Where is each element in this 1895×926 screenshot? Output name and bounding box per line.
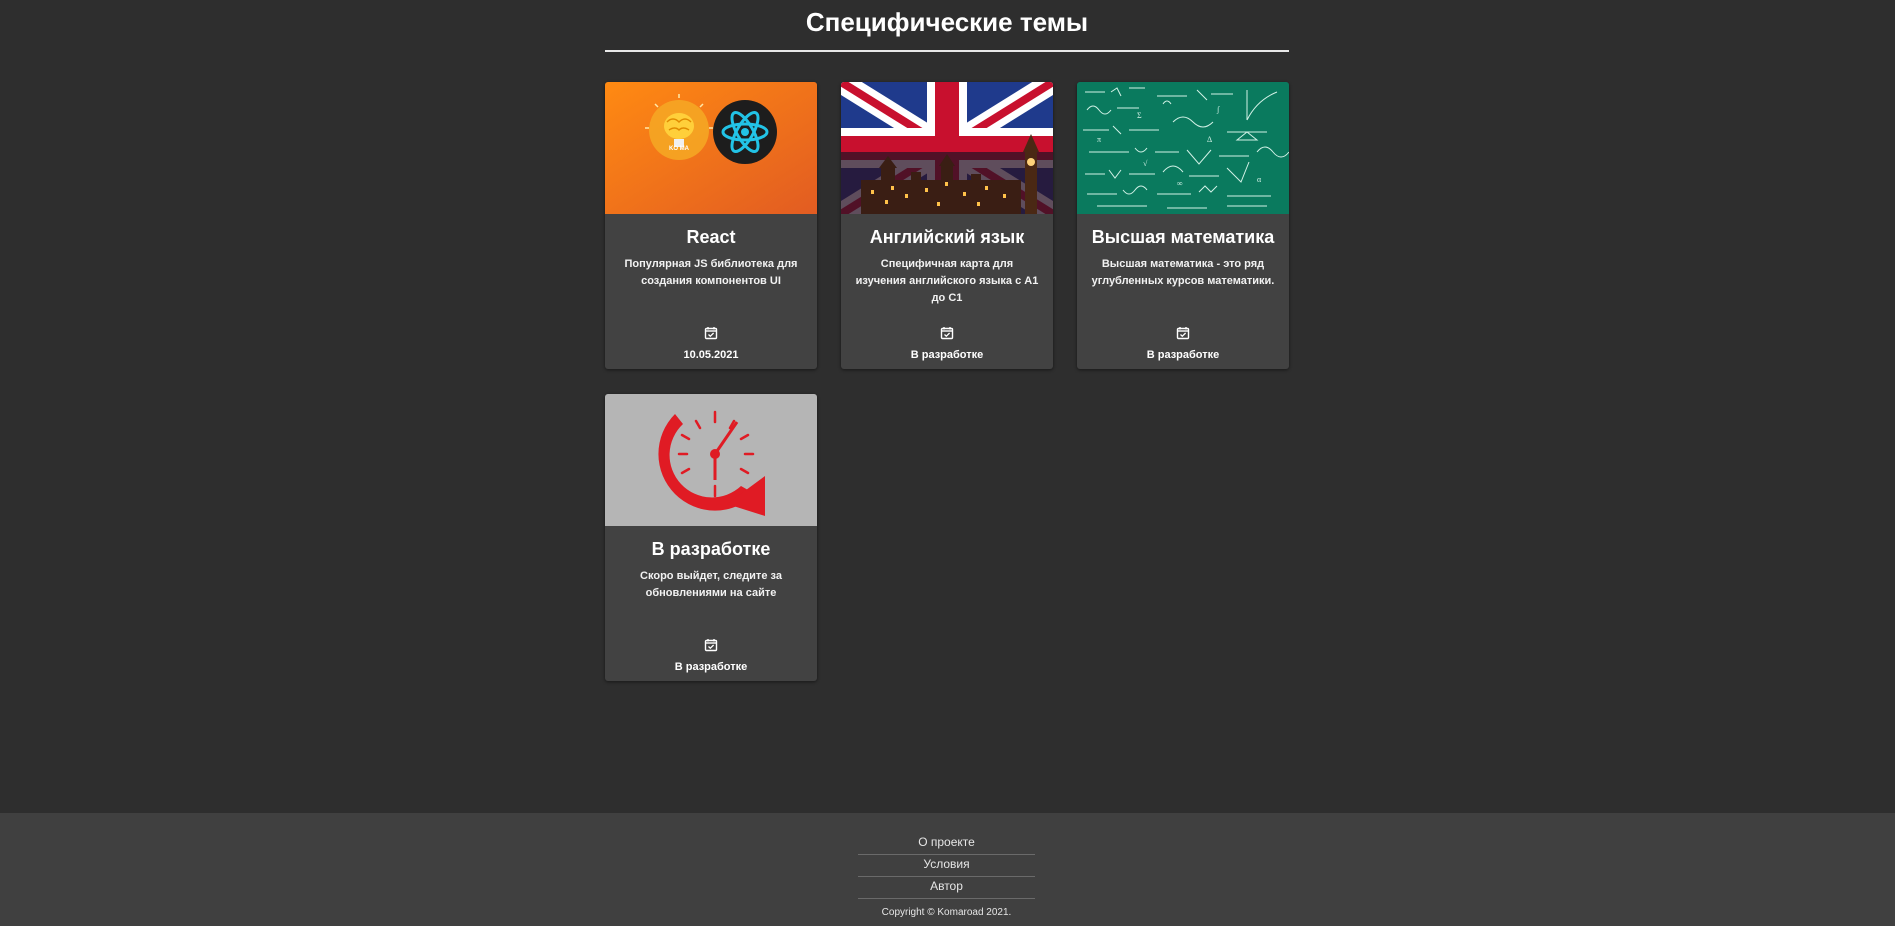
card-description: Скоро выйдет, следите за обновлениями на… (640, 570, 782, 599)
page-title: Специфические темы (805, 7, 1089, 37)
card-title: Высшая математика (1091, 227, 1275, 247)
svg-text:Σ: Σ (1137, 111, 1142, 120)
card-title: В разработке (651, 539, 771, 559)
calendar-check-icon (940, 326, 954, 340)
topic-card-math[interactable]: Σ ∫ π Δ √ ∞ α Высшая математика Высшая м… (1077, 82, 1289, 369)
card-description: Специфичная карта для изучения английско… (855, 258, 1039, 304)
card-date: В разработке (1146, 349, 1220, 361)
card-date: 10.05.2021 (683, 349, 739, 361)
footer-copyright: Copyright © Komaroad 2021. (881, 907, 1012, 918)
react-logo-badge: KO MA (669, 146, 690, 152)
title-divider (605, 50, 1289, 52)
footer-link-terms[interactable]: Условия (858, 854, 1035, 877)
topic-card-react[interactable]: KO MA React Популярная JS библиотека для… (605, 82, 817, 369)
card-image-clock (605, 394, 817, 526)
page: Специфические темы KO MA React Популярна… (0, 0, 1895, 926)
card-title: Английский язык (869, 227, 1025, 247)
calendar-check-icon (1176, 326, 1190, 340)
topic-card-in-development[interactable]: В разработке Скоро выйдет, следите за об… (605, 394, 817, 681)
footer: О проекте Условия Автор Copyright © Koma… (0, 813, 1895, 926)
card-image-english (841, 82, 1053, 214)
footer-link-about[interactable]: О проекте (858, 832, 1035, 855)
card-description: Высшая математика - это ряд углубленных … (1091, 258, 1275, 287)
topic-card-english[interactable]: Английский язык Специфичная карта для из… (841, 82, 1053, 369)
svg-text:Δ: Δ (1207, 135, 1212, 144)
card-image-react: KO MA (605, 82, 817, 214)
svg-text:∞: ∞ (1177, 179, 1183, 188)
main-content: Специфические темы KO MA React Популярна… (0, 0, 1895, 813)
card-image-math: Σ ∫ π Δ √ ∞ α (1077, 82, 1289, 214)
svg-text:√: √ (1143, 159, 1148, 168)
card-title: React (686, 227, 736, 247)
footer-link-author[interactable]: Автор (858, 876, 1035, 899)
card-date: В разработке (910, 349, 984, 361)
calendar-check-icon (704, 638, 718, 652)
svg-text:π: π (1097, 135, 1101, 144)
card-description: Популярная JS библиотека для создания ко… (624, 258, 798, 287)
calendar-check-icon (704, 326, 718, 340)
card-date: В разработке (674, 661, 748, 673)
